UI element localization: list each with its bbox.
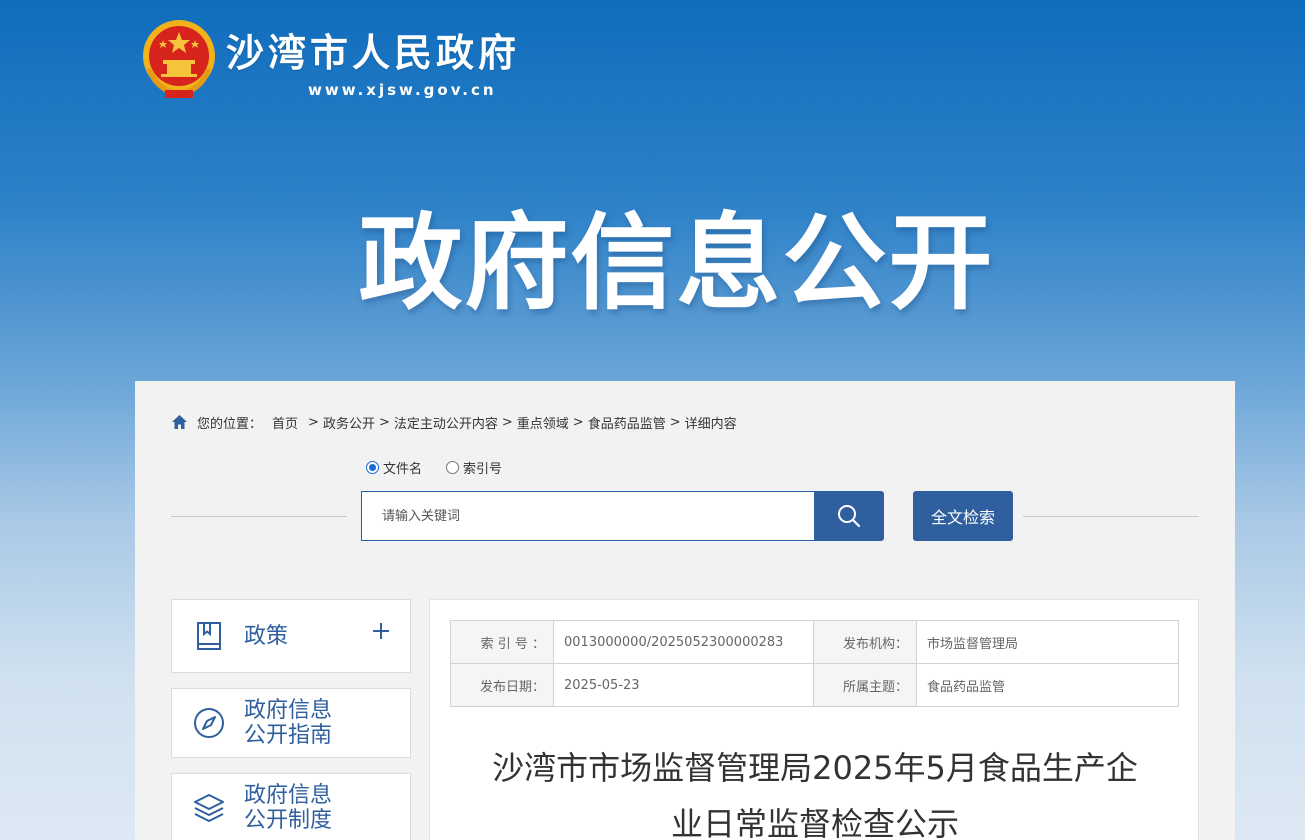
org-label: 发布机构： xyxy=(813,620,917,664)
divider-left xyxy=(171,516,347,517)
fulltext-search-button[interactable]: 全文检索 xyxy=(913,491,1013,541)
national-emblem-icon xyxy=(143,20,215,98)
breadcrumb-separator: > xyxy=(308,414,319,430)
home-icon xyxy=(172,415,187,429)
meta-table: 索 引 号 ： 0013000000/2025052300000283 发布机构… xyxy=(450,620,1179,707)
book-icon xyxy=(197,622,221,650)
breadcrumb-key-areas[interactable]: 重点领域 xyxy=(517,413,569,432)
table-row: 发布日期： 2025-05-23 所属主题： 食品药品监管 xyxy=(450,663,1179,707)
date-value: 2025-05-23 xyxy=(553,663,814,707)
breadcrumb-home[interactable]: 首页 xyxy=(272,413,298,432)
breadcrumb-label: 您的位置： xyxy=(197,416,263,432)
sidebar-item-policy[interactable]: 政策 xyxy=(171,599,411,673)
search-box xyxy=(361,491,815,541)
sidebar-item-policy-label: 政策 xyxy=(244,623,289,649)
search-input[interactable] xyxy=(382,508,815,524)
radio-index-label: 索引号 xyxy=(463,462,503,477)
breadcrumb-statutory[interactable]: 法定主动公开内容 xyxy=(394,413,498,432)
search-button[interactable] xyxy=(814,491,884,541)
breadcrumb-gov-affairs[interactable]: 政务公开 xyxy=(323,413,375,432)
radio-index-number[interactable]: 索引号 xyxy=(446,458,502,477)
breadcrumb-separator: > xyxy=(501,414,513,430)
layers-icon xyxy=(194,794,224,822)
site-title: 沙湾市人民政府 xyxy=(226,31,521,75)
sidebar-item-disclosure-system[interactable]: 政府信息 公开制度 xyxy=(171,773,411,840)
radio-index-indicator[interactable] xyxy=(446,461,460,474)
search-icon xyxy=(838,505,861,528)
compass-icon xyxy=(194,708,224,738)
radio-filename-label: 文件名 xyxy=(383,462,423,477)
sidebar-item-disclosure-guide[interactable]: 政府信息 公开指南 xyxy=(171,688,411,758)
article-title: 沙湾市市场监督管理局2025年5月食品生产企 业日常监督检查公示 xyxy=(492,749,1138,840)
article-content: 索 引 号 ： 0013000000/2025052300000283 发布机构… xyxy=(429,599,1199,840)
breadcrumb-food-drug[interactable]: 食品药品监管 xyxy=(588,413,666,432)
breadcrumb-detail: 详细内容 xyxy=(684,416,737,432)
breadcrumb: 您的位置： 首页 > 政务公开 > 法定主动公开内容 > 重点领域 > 食品药品… xyxy=(171,413,737,432)
radio-filename-indicator[interactable] xyxy=(366,461,379,474)
index-label: 索 引 号 ： xyxy=(450,620,554,664)
breadcrumb-separator: > xyxy=(572,414,584,430)
radio-filename[interactable]: 文件名 xyxy=(366,458,422,477)
site-url: www.xjsw.gov.cn xyxy=(308,81,497,99)
table-row: 索 引 号 ： 0013000000/2025052300000283 发布机构… xyxy=(450,620,1179,664)
org-value: 市场监督管理局 xyxy=(916,620,1179,664)
banner-title: 政府信息公开 xyxy=(358,202,995,324)
topic-value: 食品药品监管 xyxy=(916,663,1179,707)
main-panel: 您的位置： 首页 > 政务公开 > 法定主动公开内容 > 重点领域 > 食品药品… xyxy=(135,381,1235,840)
topic-label: 所属主题： xyxy=(813,663,917,707)
sidebar-item-disclosure-guide-label: 政府信息 公开指南 xyxy=(244,698,333,748)
breadcrumb-separator: > xyxy=(669,414,681,430)
sidebar-item-disclosure-system-label: 政府信息 公开制度 xyxy=(244,783,333,833)
search-type-radios: 文件名 索引号 xyxy=(366,458,526,477)
breadcrumb-separator: > xyxy=(378,414,390,430)
date-label: 发布日期： xyxy=(450,663,554,707)
plus-icon[interactable] xyxy=(372,622,390,640)
divider-right xyxy=(1023,516,1199,517)
index-value: 0013000000/2025052300000283 xyxy=(553,620,814,664)
